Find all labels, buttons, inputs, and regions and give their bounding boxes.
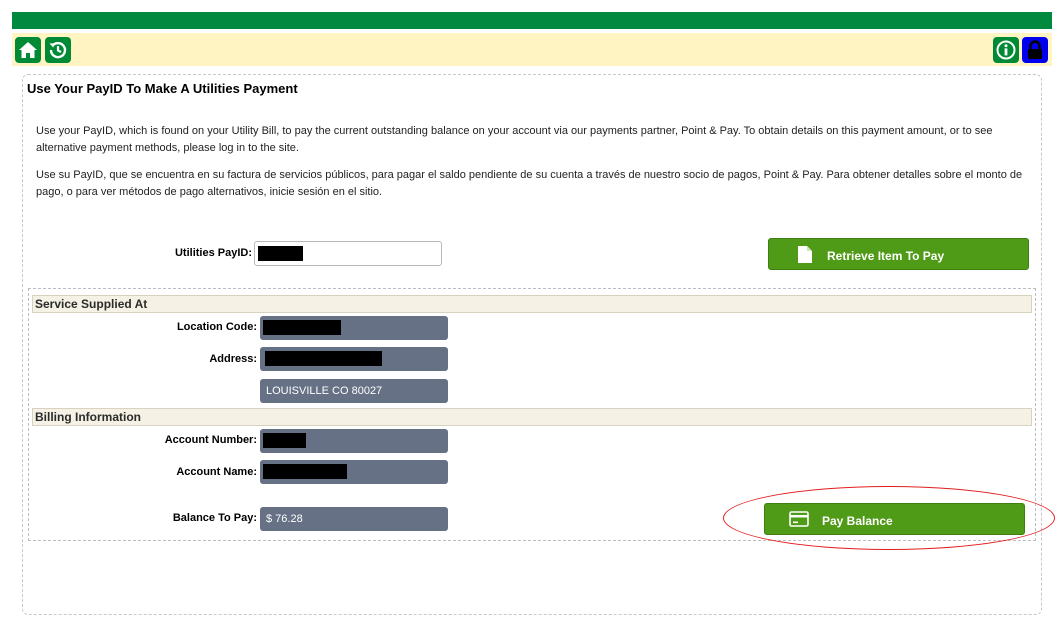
address-label: Address:	[209, 353, 257, 365]
address-field	[260, 347, 448, 371]
intro-spanish: Use su PayID, que se encuentra en su fac…	[36, 169, 1023, 198]
balance-label: Balance To Pay:	[172, 512, 257, 524]
highlight-ellipse	[723, 486, 1055, 550]
service-header: Service Supplied At	[32, 295, 1032, 313]
redacted-value	[263, 464, 347, 479]
balance-field: $ 76.28	[260, 507, 448, 531]
home-icon[interactable]	[15, 37, 41, 63]
retrieve-item-label: Retrieve Item To Pay	[827, 249, 945, 263]
address-line2-field: LOUISVILLE CO 80027	[260, 379, 448, 403]
toolbar	[12, 33, 1052, 66]
intro-english: Use your PayID, which is found on your U…	[36, 125, 993, 154]
document-icon	[797, 245, 813, 267]
page-title: Use Your PayID To Make A Utilities Payme…	[27, 81, 298, 96]
redacted-value	[265, 351, 382, 366]
account-name-field	[260, 460, 448, 484]
billing-header: Billing Information	[32, 408, 1032, 426]
redacted-value	[263, 320, 341, 335]
info-icon[interactable]	[993, 37, 1019, 63]
location-code-label: Location Code:	[176, 321, 257, 333]
account-number-label: Account Number:	[164, 434, 257, 446]
account-number-field	[260, 429, 448, 453]
lock-icon[interactable]	[1022, 37, 1048, 63]
payid-label: Utilities PayID:	[174, 247, 252, 259]
location-code-field	[260, 316, 448, 340]
payid-input[interactable]	[254, 241, 442, 266]
history-icon[interactable]	[45, 37, 71, 63]
top-banner	[12, 12, 1052, 29]
redacted-value	[258, 246, 303, 261]
retrieve-item-button[interactable]: Retrieve Item To Pay	[768, 238, 1029, 270]
account-name-label: Account Name:	[176, 466, 257, 478]
redacted-value	[263, 433, 306, 448]
